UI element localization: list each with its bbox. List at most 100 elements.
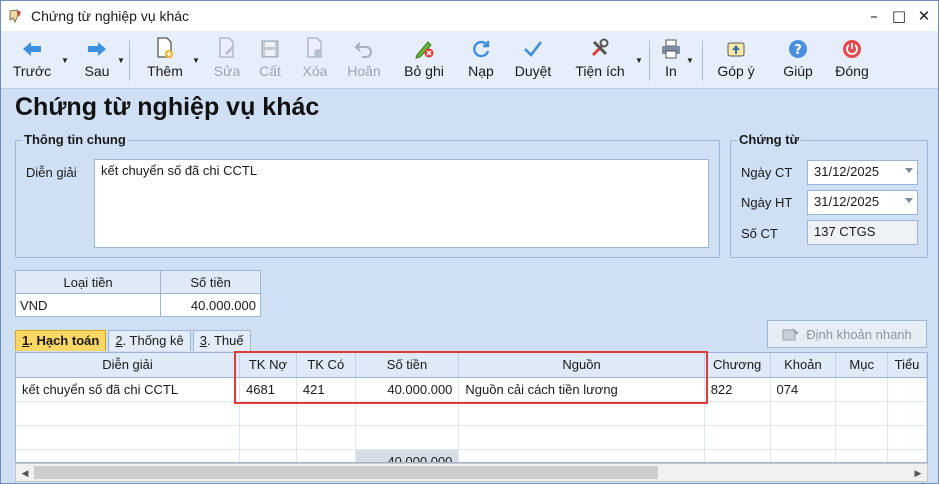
col-description-header[interactable]: Diễn giải bbox=[16, 353, 240, 378]
empty-cell[interactable] bbox=[239, 425, 297, 450]
cell-amount[interactable]: 40.000.000 bbox=[355, 377, 460, 402]
currency-table: Loại tiền Số tiền VND 40.000.000 bbox=[14, 270, 261, 317]
edit-button[interactable]: Sửa bbox=[210, 31, 244, 89]
help-button[interactable]: ? Giúp bbox=[779, 31, 817, 89]
currency-amount-header: Số tiền bbox=[160, 270, 261, 294]
table-row[interactable] bbox=[16, 401, 927, 426]
tab-accounting[interactable]: 1. Hạch toán bbox=[15, 330, 107, 351]
print-button[interactable]: In ▼ bbox=[657, 31, 694, 89]
add-dropdown-icon[interactable]: ▼ bbox=[192, 56, 200, 65]
tab-tax-hotkey: 3 bbox=[199, 333, 207, 348]
edit-document-icon bbox=[219, 37, 234, 58]
tab-tax[interactable]: 3. Thuế bbox=[192, 330, 251, 351]
empty-cell[interactable] bbox=[887, 425, 927, 450]
previous-button[interactable]: Trước ▼ bbox=[9, 31, 69, 89]
tab-statistics[interactable]: 2. Thống kê bbox=[108, 330, 191, 351]
scroll-right-icon[interactable]: ▶ bbox=[911, 466, 925, 480]
col-item-header[interactable]: Mục bbox=[835, 353, 889, 378]
undo-icon bbox=[354, 42, 372, 58]
voucher-number-field[interactable]: 137 CTGS bbox=[807, 220, 918, 245]
col-subitem-header[interactable]: Tiểu bbox=[887, 353, 927, 378]
window-title: Chứng từ nghiệp vụ khác bbox=[31, 8, 190, 24]
currency-amount-cell[interactable]: 40.000.000 bbox=[160, 293, 261, 317]
col-chapter-header[interactable]: Chương bbox=[704, 353, 771, 378]
title-bar: Chứng từ nghiệp vụ khác – □ ✕ bbox=[1, 1, 938, 31]
description-label: Diễn giải bbox=[26, 165, 77, 180]
col-clause-header[interactable]: Khoản bbox=[770, 353, 837, 378]
col-credit-account-header[interactable]: TK Có bbox=[296, 353, 356, 378]
empty-cell[interactable] bbox=[458, 401, 705, 426]
empty-cell[interactable] bbox=[355, 425, 460, 450]
date-ht-field[interactable]: 31/12/2025 bbox=[807, 190, 918, 215]
cell-item[interactable] bbox=[835, 377, 889, 402]
next-dropdown-icon[interactable]: ▼ bbox=[117, 56, 125, 65]
refresh-icon bbox=[473, 40, 490, 58]
horizontal-scrollbar[interactable]: ◀ ▶ bbox=[15, 463, 928, 482]
date-ct-value: 31/12/2025 bbox=[814, 164, 880, 179]
previous-dropdown-icon[interactable]: ▼ bbox=[61, 56, 69, 65]
cell-clause[interactable]: 074 bbox=[770, 377, 837, 402]
cell-description[interactable]: kết chuyển số đã chi CCTL bbox=[16, 377, 240, 402]
delete-document-icon bbox=[307, 37, 322, 58]
feedback-icon bbox=[727, 42, 745, 57]
cancel-button[interactable]: Hoãn bbox=[344, 31, 384, 89]
col-debit-account-header[interactable]: TK Nợ bbox=[239, 353, 297, 378]
unpost-button[interactable]: Bỏ ghi bbox=[399, 31, 449, 89]
empty-cell[interactable] bbox=[887, 401, 927, 426]
tools-icon bbox=[591, 38, 609, 57]
utilities-button[interactable]: Tiện ích ▼ bbox=[571, 31, 643, 89]
reload-button[interactable]: Nạp bbox=[463, 31, 499, 89]
empty-cell[interactable] bbox=[355, 401, 460, 426]
delete-label: Xóa bbox=[302, 63, 328, 79]
delete-button[interactable]: Xóa bbox=[298, 31, 332, 89]
cell-chapter[interactable]: 822 bbox=[704, 377, 771, 402]
empty-cell[interactable] bbox=[835, 425, 889, 450]
next-button[interactable]: Sau ▼ bbox=[79, 31, 125, 89]
empty-cell[interactable] bbox=[770, 401, 837, 426]
date-ht-dropdown-icon[interactable] bbox=[905, 198, 913, 203]
close-window-button[interactable]: ✕ bbox=[913, 7, 935, 25]
scroll-thumb[interactable] bbox=[34, 466, 658, 479]
col-amount-header[interactable]: Số tiền bbox=[355, 353, 460, 378]
col-source-header[interactable]: Nguồn bbox=[458, 353, 705, 378]
maximize-button[interactable]: □ bbox=[888, 7, 910, 25]
empty-cell[interactable] bbox=[296, 401, 356, 426]
cell-credit-account[interactable]: 421 bbox=[296, 377, 356, 402]
close-button[interactable]: Đóng bbox=[831, 31, 873, 89]
empty-cell[interactable] bbox=[704, 401, 771, 426]
print-dropdown-icon[interactable]: ▼ bbox=[686, 56, 694, 65]
empty-cell[interactable] bbox=[16, 401, 240, 426]
cell-source[interactable]: Nguồn cải cách tiền lương bbox=[458, 377, 705, 402]
cell-subitem[interactable] bbox=[887, 377, 927, 402]
minimize-button[interactable]: – bbox=[863, 7, 885, 25]
date-ct-dropdown-icon[interactable] bbox=[905, 168, 913, 173]
date-ct-field[interactable]: 31/12/2025 bbox=[807, 160, 918, 185]
cell-debit-account[interactable]: 4681 bbox=[239, 377, 297, 402]
tab-accounting-label: . Hạch toán bbox=[29, 333, 100, 348]
app-icon bbox=[9, 9, 21, 23]
total-amount: 40.000.000 bbox=[355, 449, 460, 462]
empty-cell[interactable] bbox=[16, 425, 240, 450]
empty-cell[interactable] bbox=[458, 425, 705, 450]
approve-label: Duyệt bbox=[514, 63, 552, 79]
help-icon: ? bbox=[789, 40, 807, 58]
empty-cell[interactable] bbox=[835, 401, 889, 426]
utilities-dropdown-icon[interactable]: ▼ bbox=[635, 56, 643, 65]
table-row[interactable] bbox=[16, 425, 927, 450]
save-button[interactable]: Cất bbox=[254, 31, 286, 89]
add-button[interactable]: Thêm ▼ bbox=[144, 31, 200, 89]
cancel-label: Hoãn bbox=[347, 63, 381, 79]
currency-type-cell[interactable]: VND bbox=[14, 293, 162, 317]
quick-entry-button[interactable]: Định khoản nhanh bbox=[767, 320, 927, 348]
table-row[interactable]: kết chuyển số đã chi CCTL 4681 421 40.00… bbox=[16, 377, 927, 402]
description-field[interactable]: kết chuyển số đã chi CCTL bbox=[94, 159, 709, 248]
currency-row[interactable]: VND 40.000.000 bbox=[14, 293, 261, 317]
total-spacer bbox=[458, 449, 705, 462]
empty-cell[interactable] bbox=[239, 401, 297, 426]
empty-cell[interactable] bbox=[770, 425, 837, 450]
approve-button[interactable]: Duyệt bbox=[509, 31, 557, 89]
empty-cell[interactable] bbox=[296, 425, 356, 450]
empty-cell[interactable] bbox=[704, 425, 771, 450]
scroll-left-icon[interactable]: ◀ bbox=[18, 466, 32, 480]
feedback-button[interactable]: Góp ý bbox=[713, 31, 759, 89]
